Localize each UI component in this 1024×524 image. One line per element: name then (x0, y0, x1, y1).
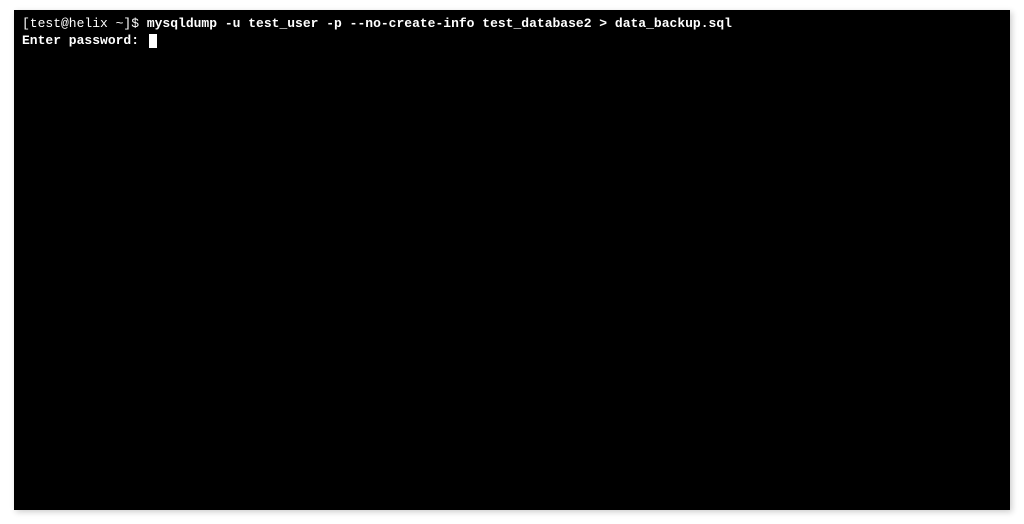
password-prompt-line[interactable]: Enter password: (22, 33, 1002, 50)
command-line: [test@helix ~]$ mysqldump -u test_user -… (22, 16, 1002, 33)
entered-command: mysqldump -u test_user -p --no-create-in… (147, 16, 732, 31)
password-prompt-label: Enter password: (22, 33, 147, 50)
shell-prompt: [test@helix ~]$ (22, 16, 147, 31)
terminal-window[interactable]: [test@helix ~]$ mysqldump -u test_user -… (14, 10, 1010, 510)
cursor-icon (149, 34, 157, 48)
